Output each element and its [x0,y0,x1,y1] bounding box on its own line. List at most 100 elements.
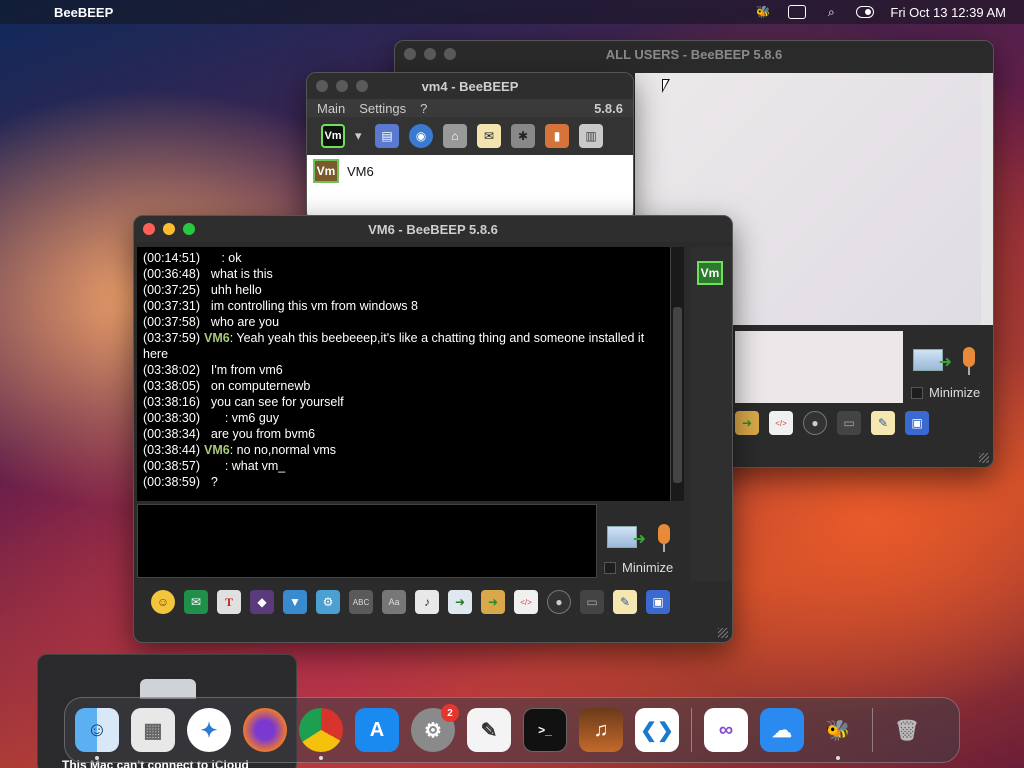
minimize-window-button[interactable] [163,223,175,235]
send-folder-icon[interactable]: ➜ [735,411,759,435]
menu-settings[interactable]: Settings [359,101,406,116]
minimize-window-button[interactable] [336,80,348,92]
user-list-item[interactable]: Vm VM6 [313,159,627,183]
trash-icon[interactable]: 🗑 [885,708,929,752]
resize-grip[interactable] [718,628,728,638]
visual-studio-icon[interactable]: ∞ [704,708,748,752]
menubar-clock[interactable]: Fri Oct 13 12:39 AM [890,5,1006,20]
message-text: on computernewb [203,379,311,393]
message-text: : what vm_ [203,459,286,473]
beebeep-icon[interactable]: 🐝 [816,708,860,760]
buzz-icon[interactable]: ♪ [415,590,439,614]
color-icon[interactable]: ◆ [250,590,274,614]
trash-icon[interactable]: ▥ [579,124,603,148]
system-settings-icon[interactable]: ⚙ 2 [411,704,459,752]
resize-grip[interactable] [979,453,989,463]
chat-message: (00:37:58) who are you [143,314,671,330]
message-text: ? [203,475,218,489]
close-button[interactable] [404,48,416,60]
font-icon[interactable]: T [217,590,241,614]
zoom-button[interactable] [356,80,368,92]
gift-icon[interactable]: ▮ [545,124,569,148]
chrome-icon[interactable] [299,708,343,760]
edit-note-icon[interactable]: ✎ [613,590,637,614]
write-message-icon[interactable]: ✉ [477,124,501,148]
microphone-icon [961,347,977,377]
screenshot-icon[interactable]: ▤ [375,124,399,148]
minimize-window-button[interactable] [424,48,436,60]
emoticon-icon[interactable]: ☺ [151,590,175,614]
home-icon[interactable]: ⌂ [443,124,467,148]
message-text: uhh hello [203,283,262,297]
chevron-down-icon[interactable]: ▾ [355,128,365,144]
window-icon[interactable]: ▭ [837,411,861,435]
minimize-checkbox[interactable]: Minimize [911,385,980,400]
close-button[interactable] [316,80,328,92]
folder-icon [140,679,196,699]
app-store-icon[interactable]: A [355,708,399,752]
message-timestamp: (03:38:16) [143,395,200,409]
minimize-checkbox[interactable]: Minimize [604,560,673,575]
message-text: im controlling this vm from windows 8 [203,299,418,313]
voice-message-button[interactable] [656,524,672,554]
menubar-app-name[interactable]: BeeBEEP [54,5,113,20]
close-button[interactable] [143,223,155,235]
spellcheck-icon[interactable]: ABC [349,590,373,614]
send-button[interactable] [607,526,646,549]
spotlight-search-icon[interactable]: ⌕ [822,5,840,19]
record-icon[interactable]: ● [547,590,571,614]
checkbox-box[interactable] [604,561,616,574]
voice-message-button[interactable] [961,347,977,377]
chat-message: (03:37:59) VM6: Yeah yeah this beebeeep,i… [143,330,671,362]
chat-log[interactable]: (00:14:51) : ok (00:36:48) what is this (0… [137,247,677,501]
save-chat-icon[interactable]: ➜ [448,590,472,614]
edit-note-icon[interactable]: ✎ [871,411,895,435]
all-users-titlebar[interactable]: ALL USERS - BeeBEEP 5.8.6 [395,41,993,67]
scrollbar-thumb[interactable] [673,307,682,483]
menu-main[interactable]: Main [317,101,345,116]
record-icon[interactable]: ● [803,411,827,435]
terminal-icon[interactable]: >_ [523,708,567,752]
chat-scrollbar[interactable] [670,247,684,501]
control-center-icon[interactable] [856,6,875,18]
member-avatar[interactable]: Vm [697,261,723,285]
message-text: : vm6 guy [203,411,280,425]
profile-button[interactable]: Vm [321,124,345,148]
filter-icon[interactable]: ▼ [283,590,307,614]
html-code-icon[interactable]: </> [514,590,538,614]
safari-icon[interactable]: ✦ [187,708,231,752]
send-folder-icon[interactable]: ➜ [481,590,505,614]
bee-status-icon[interactable]: 🐝 [754,5,772,19]
vscode-icon[interactable]: ❮❯ [635,708,679,752]
message-timestamp: (03:38:05) [143,379,200,393]
send-button[interactable] [913,349,952,372]
garageband-icon[interactable]: ♫ [579,708,623,752]
vm6-titlebar[interactable]: VM6 - BeeBEEP 5.8.6 [134,216,732,242]
firefox-icon[interactable] [243,708,287,752]
menu-help[interactable]: ? [420,101,427,116]
detach-window-icon[interactable]: ▣ [905,411,929,435]
launchpad-icon[interactable]: ▦ [131,708,175,752]
word-completer-icon[interactable]: Aa [382,590,406,614]
all-users-message-input[interactable] [735,331,903,403]
settings-gear-icon[interactable]: ⚙ [316,590,340,614]
window-icon[interactable]: ▭ [580,590,604,614]
plugin-icon[interactable]: ✱ [511,124,535,148]
vm4-titlebar[interactable]: vm4 - BeeBEEP [307,73,633,99]
weather-icon[interactable]: ☁ [760,708,804,752]
finder-icon[interactable]: ☺ [75,708,119,760]
chat-message: (03:38:16) you can see for yourself [143,394,671,410]
zoom-button[interactable] [444,48,456,60]
send-envelope-icon[interactable]: ✉ [184,590,208,614]
screen-mirror-icon[interactable] [788,5,807,19]
message-input[interactable] [137,504,597,578]
checkbox-box[interactable] [911,386,923,399]
detach-window-icon[interactable]: ▣ [646,590,670,614]
chat-message: (00:37:31) im controlling this vm from w… [143,298,671,314]
broadcast-icon[interactable]: ◉ [409,124,433,148]
zoom-button[interactable] [183,223,195,235]
textedit-icon[interactable]: ✎ [467,708,511,752]
message-timestamp: (00:36:48) [143,267,200,281]
html-code-icon[interactable]: </> [769,411,793,435]
all-users-scrollbar[interactable] [981,73,993,325]
